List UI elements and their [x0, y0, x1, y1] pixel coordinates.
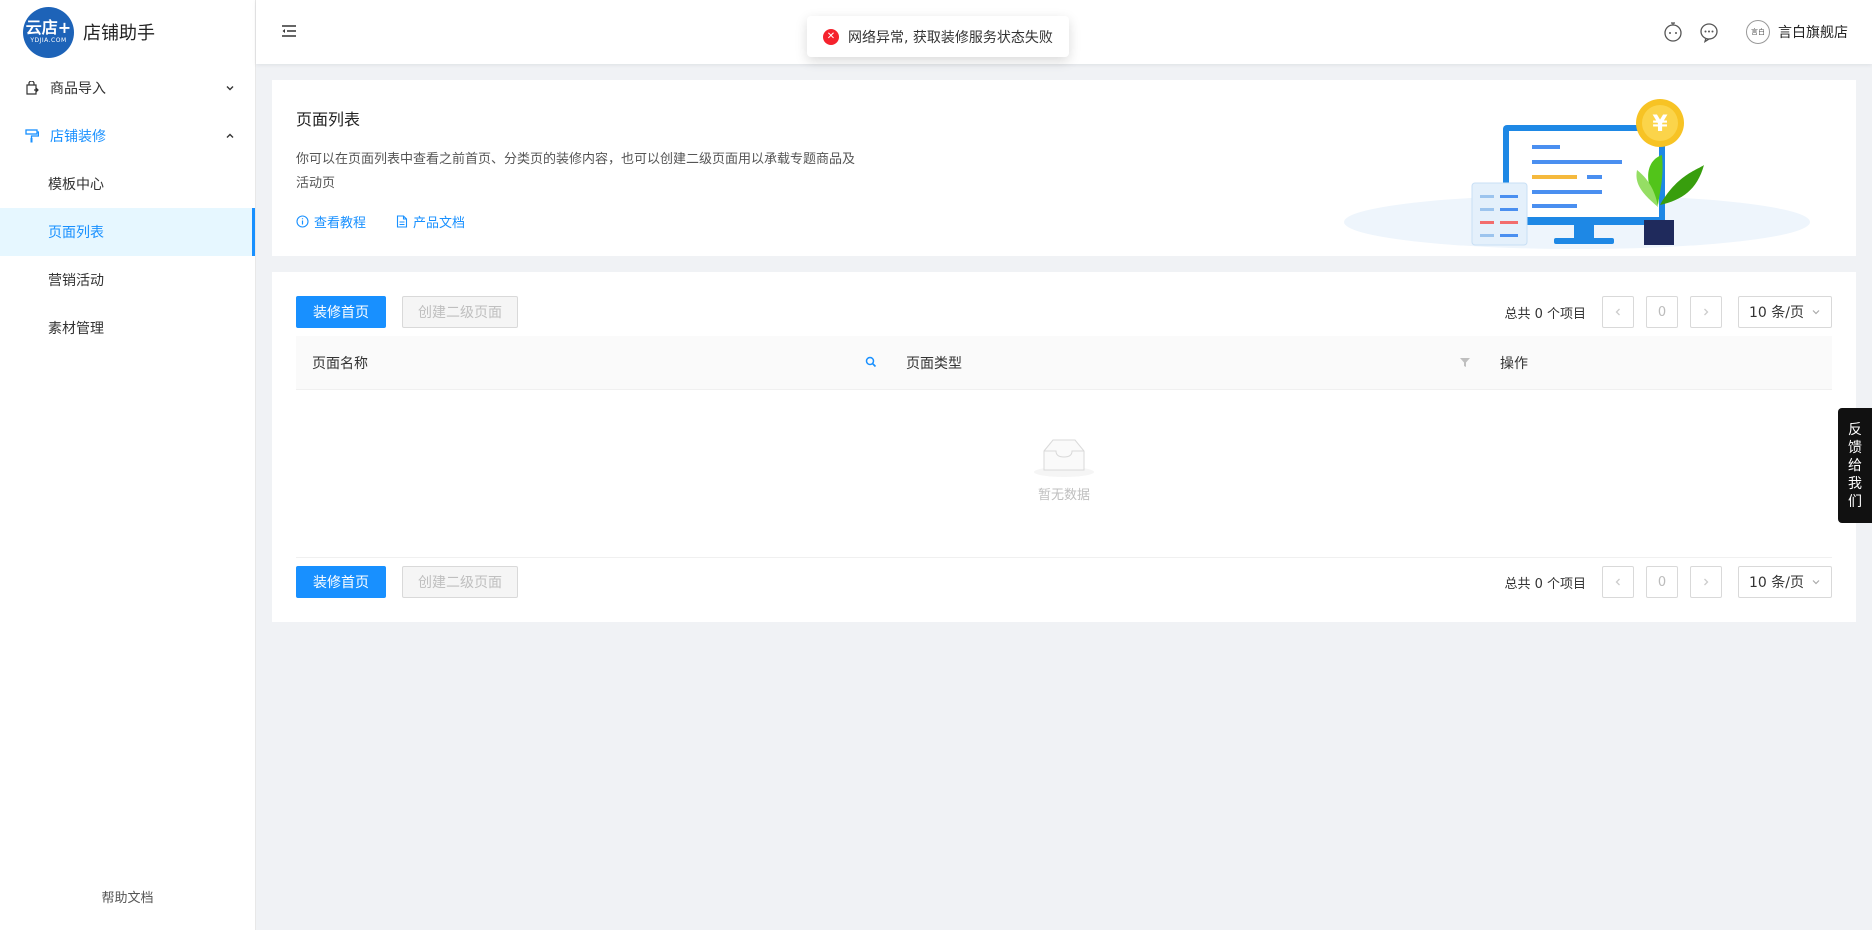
page-size-value: 10 条/页: [1749, 575, 1804, 591]
prev-page-button[interactable]: [1602, 566, 1634, 598]
svg-text:¥: ¥: [1652, 112, 1668, 137]
decorate-home-button[interactable]: 装修首页: [296, 296, 386, 328]
page-list-card: 装修首页 创建二级页面 总共 0 个项目 0 10 条/页 页面名称 页面类型: [272, 272, 1856, 622]
menu-group-label: 店铺装修: [50, 129, 106, 145]
computer-illustration: ¥: [1344, 99, 1810, 249]
table-toolbar-top: 装修首页 创建二级页面 总共 0 个项目 0 10 条/页: [296, 296, 1832, 328]
column-header-page-name: 页面名称: [296, 336, 890, 389]
page-size-select[interactable]: 10 条/页: [1738, 296, 1832, 328]
column-header-page-type: 页面类型: [890, 336, 1484, 389]
sidebar-item-template-center[interactable]: 模板中心: [0, 160, 255, 208]
logo-text: 云店+: [25, 18, 72, 37]
file-icon: [396, 215, 408, 228]
column-header-actions: 操作: [1484, 336, 1832, 389]
chevron-down-icon: [226, 86, 234, 91]
prev-page-button[interactable]: [1602, 296, 1634, 328]
decorate-home-button[interactable]: 装修首页: [296, 566, 386, 598]
table-toolbar-bottom: 装修首页 创建二级页面 总共 0 个项目 0 10 条/页: [296, 566, 1832, 598]
feedback-char: 我: [1848, 475, 1862, 492]
empty-text: 暂无数据: [1037, 488, 1090, 503]
page-size-select[interactable]: 10 条/页: [1738, 566, 1832, 598]
tutorial-link[interactable]: 查看教程: [296, 212, 366, 231]
pagination: 总共 0 个项目 0 10 条/页: [1504, 296, 1832, 328]
paint-roller-icon: [24, 128, 40, 144]
chevron-down-icon: [1812, 310, 1820, 315]
next-page-button[interactable]: [1690, 296, 1722, 328]
close-circle-icon: ✕: [823, 28, 839, 45]
assistant-icon[interactable]: [1662, 21, 1684, 43]
chevron-left-icon: [1615, 578, 1620, 586]
create-subpage-button: 创建二级页面: [402, 296, 518, 328]
menu-fold-icon[interactable]: [280, 22, 298, 40]
empty-inbox-icon: [1034, 439, 1094, 477]
intro-card: 页面列表 你可以在页面列表中查看之前首页、分类页的装修内容，也可以创建二级页面用…: [272, 80, 1856, 256]
menu-group-product-import[interactable]: 商品导入: [0, 64, 255, 112]
column-title: 页面类型: [906, 355, 962, 372]
user-name: 言白旗舰店: [1778, 25, 1848, 41]
error-toast: ✕ 网络异常, 获取装修服务状态失败: [807, 16, 1069, 57]
sidebar-item-materials[interactable]: 素材管理: [0, 304, 255, 352]
logo: 云店+ YDJIA.COM: [23, 6, 74, 58]
feedback-char: 反: [1848, 421, 1862, 438]
message-icon[interactable]: [1698, 21, 1720, 43]
page-size-value: 10 条/页: [1749, 305, 1804, 321]
table-header: 页面名称 页面类型 操作: [296, 336, 1832, 390]
chevron-up-icon: [226, 133, 234, 138]
intro-links: 查看教程 产品文档: [296, 212, 465, 231]
user-menu[interactable]: 言白 言白旗舰店: [1746, 20, 1848, 44]
menu-group-store-decoration[interactable]: 店铺装修: [0, 112, 255, 160]
page-description: 你可以在页面列表中查看之前首页、分类页的装修内容，也可以创建二级页面用以承载专题…: [296, 152, 856, 191]
sidebar-item-marketing[interactable]: 营销活动: [0, 256, 255, 304]
product-doc-link-label: 产品文档: [413, 216, 466, 231]
column-title: 页面名称: [312, 355, 368, 372]
toast-message: 网络异常, 获取装修服务状态失败: [848, 29, 1053, 46]
header-actions: 言白 言白旗舰店: [1662, 0, 1848, 64]
page-number[interactable]: 0: [1646, 296, 1678, 328]
chevron-right-icon: [1704, 308, 1709, 316]
feedback-char: 给: [1848, 457, 1862, 474]
app-title: 店铺助手: [83, 23, 155, 44]
feedback-char: 们: [1848, 493, 1862, 510]
sidebar: 云店+ YDJIA.COM 店铺助手 商品导入 店铺装修 模板中心 页面列表 营…: [0, 0, 256, 930]
chevron-left-icon: [1615, 308, 1620, 316]
search-icon[interactable]: [864, 355, 878, 369]
column-title: 操作: [1500, 355, 1528, 372]
avatar: 言白: [1746, 20, 1770, 44]
next-page-button[interactable]: [1690, 566, 1722, 598]
page-number[interactable]: 0: [1646, 566, 1678, 598]
chevron-down-icon: [1812, 580, 1820, 585]
bag-import-icon: [24, 80, 40, 96]
feedback-char: 馈: [1848, 439, 1862, 456]
help-doc-link[interactable]: 帮助文档: [0, 887, 255, 906]
create-subpage-button: 创建二级页面: [402, 566, 518, 598]
chevron-right-icon: [1704, 578, 1709, 586]
filter-icon[interactable]: [1458, 355, 1472, 369]
tutorial-link-label: 查看教程: [314, 216, 367, 231]
info-circle-icon: [296, 215, 309, 228]
feedback-button[interactable]: 反 馈 给 我 们: [1838, 408, 1872, 523]
table-divider: [296, 557, 1832, 558]
total-count: 总共 0 个项目: [1504, 576, 1586, 592]
logo-area[interactable]: 云店+ YDJIA.COM 店铺助手: [0, 0, 255, 64]
menu-group-label: 商品导入: [50, 81, 106, 97]
empty-state: 暂无数据: [272, 437, 1856, 503]
logo-subtext: YDJIA.COM: [30, 37, 67, 44]
product-doc-link[interactable]: 产品文档: [396, 212, 465, 231]
pagination: 总共 0 个项目 0 10 条/页: [1504, 566, 1832, 598]
page-title: 页面列表: [296, 110, 361, 129]
total-count: 总共 0 个项目: [1504, 306, 1586, 322]
sidebar-item-page-list[interactable]: 页面列表: [0, 208, 255, 256]
